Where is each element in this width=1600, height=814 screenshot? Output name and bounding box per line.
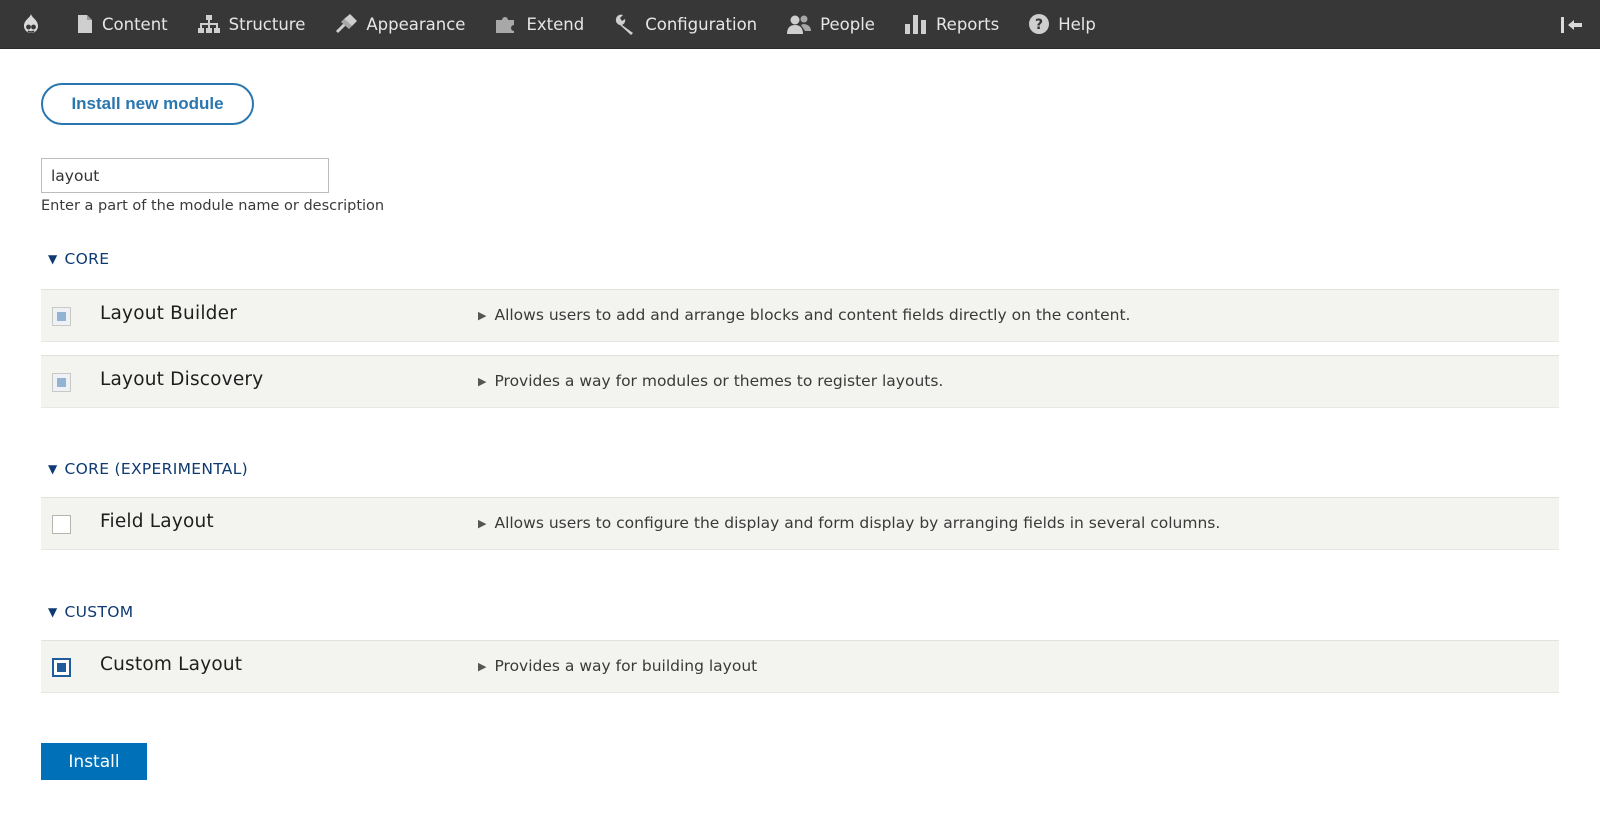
module-checkbox[interactable] <box>52 658 71 677</box>
toolbar-collapse-button[interactable] <box>1554 0 1590 49</box>
puzzle-icon <box>496 17 515 33</box>
toolbar-item-label: Content <box>102 14 168 34</box>
toolbar-item-help[interactable]: ? Help <box>1014 0 1111 49</box>
install-button[interactable]: Install <box>41 743 147 780</box>
section-title: CUSTOM <box>64 603 134 621</box>
svg-text:?: ? <box>1035 17 1043 33</box>
caret-down-icon: ▼ <box>48 605 58 619</box>
module-name: Layout Discovery <box>100 369 264 390</box>
brush-icon <box>336 14 358 34</box>
module-name: Field Layout <box>100 511 214 532</box>
toolbar-item-label: Extend <box>526 14 585 34</box>
section-title: CORE <box>64 250 110 268</box>
filter-description: Enter a part of the module name or descr… <box>41 198 385 214</box>
document-icon <box>78 15 92 33</box>
drupal-logo-icon[interactable] <box>0 0 62 49</box>
admin-toolbar: Content Structure Appearance Extend Conf… <box>0 0 1600 49</box>
section-toggle-core[interactable]: ▼ CORE <box>48 250 109 268</box>
people-icon <box>787 15 812 34</box>
toolbar-item-reports[interactable]: Reports <box>890 0 1014 49</box>
module-description: Allows users to add and arrange blocks a… <box>494 306 1131 324</box>
toolbar-item-configuration[interactable]: Configuration <box>599 0 772 49</box>
module-row: Field Layout ▶ Allows users to configure … <box>41 497 1559 550</box>
toolbar-item-label: Reports <box>935 14 1000 34</box>
caret-down-icon: ▼ <box>48 462 58 476</box>
caret-right-icon: ▶ <box>478 659 487 673</box>
toolbar-item-label: People <box>820 14 875 34</box>
toolbar-item-appearance[interactable]: Appearance <box>320 0 480 49</box>
toolbar-item-label: Configuration <box>645 14 758 34</box>
toolbar-item-structure[interactable]: Structure <box>183 0 321 49</box>
toolbar-item-label: Structure <box>228 14 306 34</box>
section-toggle-core-experimental[interactable]: ▼ CORE (EXPERIMENTAL) <box>48 460 248 478</box>
module-description: Provides a way for building layout <box>494 657 758 675</box>
module-description-toggle[interactable]: ▶ Provides a way for modules or themes to… <box>478 372 943 390</box>
help-icon: ? <box>1029 14 1050 34</box>
module-row: Layout Discovery ▶ Provides a way for mod… <box>41 355 1559 408</box>
toolbar-item-label: Help <box>1058 14 1096 34</box>
module-name: Layout Builder <box>100 303 237 324</box>
module-checkbox[interactable] <box>52 307 71 326</box>
module-description: Allows users to configure the display an… <box>494 514 1221 532</box>
caret-right-icon: ▶ <box>478 374 487 388</box>
install-new-module-button[interactable]: Install new module <box>41 83 254 125</box>
toolbar-item-extend[interactable]: Extend <box>480 0 599 49</box>
caret-down-icon: ▼ <box>48 252 58 266</box>
module-description-toggle[interactable]: ▶ Provides a way for building layout <box>478 657 757 675</box>
sitemap-icon <box>197 15 220 33</box>
module-checkbox[interactable] <box>52 515 71 534</box>
section-title: CORE (EXPERIMENTAL) <box>64 460 248 478</box>
collapse-icon <box>1561 16 1582 33</box>
module-checkbox[interactable] <box>52 373 71 392</box>
module-description-toggle[interactable]: ▶ Allows users to configure the display a… <box>478 514 1220 532</box>
module-filter-input[interactable] <box>41 158 329 193</box>
module-description: Provides a way for modules or themes to … <box>494 372 944 390</box>
module-row: Custom Layout ▶ Provides a way for buildi… <box>41 640 1559 693</box>
toolbar-item-label: Appearance <box>366 14 466 34</box>
caret-right-icon: ▶ <box>478 308 487 322</box>
bar-chart-icon <box>904 15 926 34</box>
section-toggle-custom[interactable]: ▼ CUSTOM <box>48 603 133 621</box>
wrench-icon <box>616 14 634 35</box>
caret-right-icon: ▶ <box>478 516 487 530</box>
toolbar-item-people[interactable]: People <box>772 0 890 49</box>
module-name: Custom Layout <box>100 654 243 675</box>
module-row: Layout Builder ▶ Allows users to add and … <box>41 289 1559 342</box>
module-description-toggle[interactable]: ▶ Allows users to add and arrange blocks … <box>478 306 1130 324</box>
toolbar-item-content[interactable]: Content <box>62 0 183 49</box>
